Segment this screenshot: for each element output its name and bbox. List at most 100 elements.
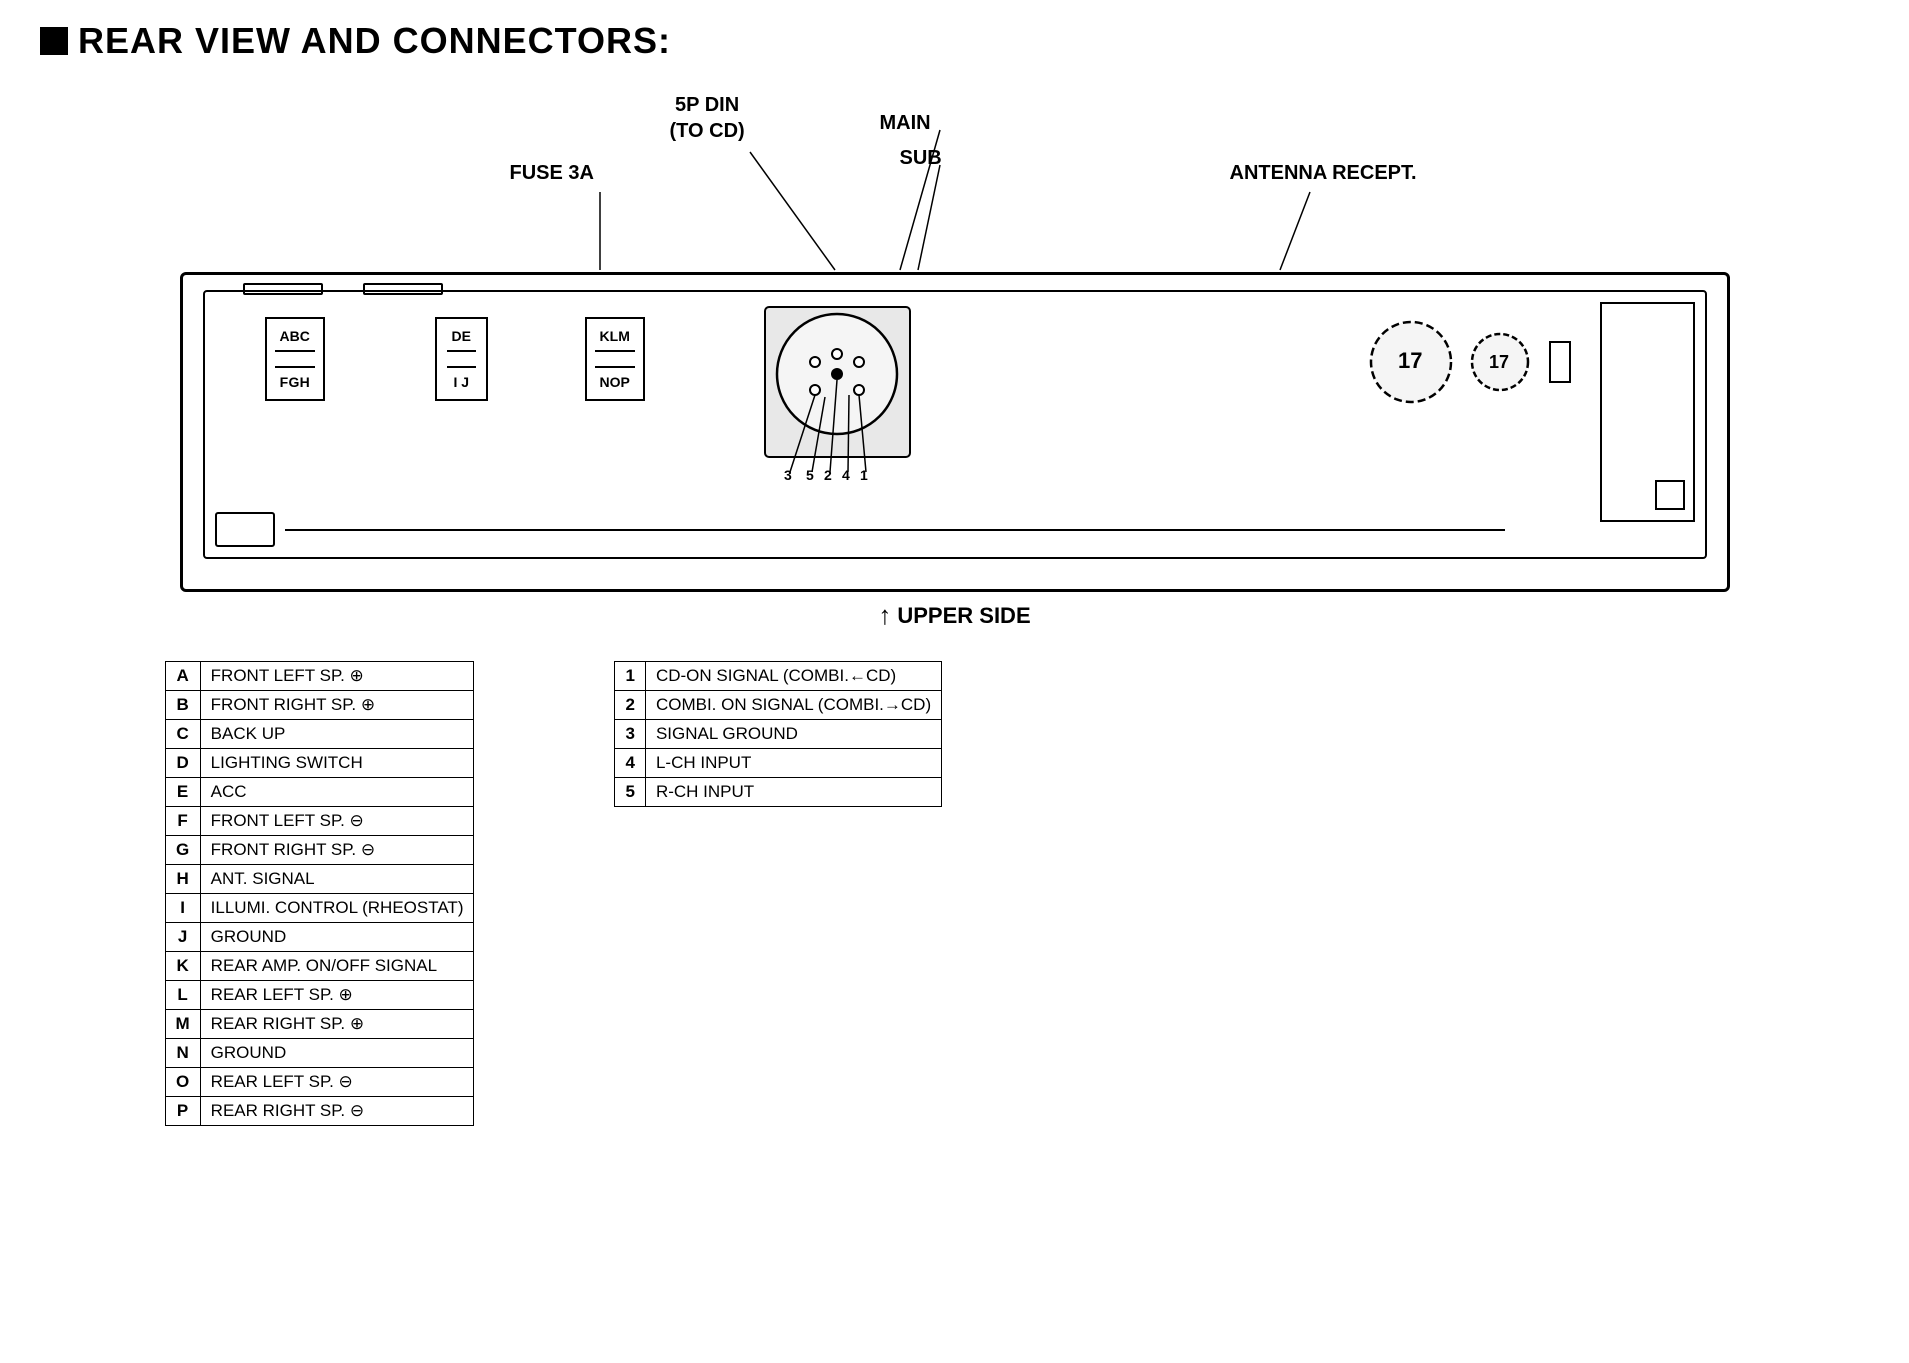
- legend-row-C: CBACK UP: [165, 720, 474, 749]
- label-sub: SUB: [900, 147, 942, 170]
- legend-pin-desc-2: COMBI. ON SIGNAL (COMBI.→CD): [645, 691, 941, 720]
- label-main: MAIN: [880, 112, 931, 135]
- legend-row-pin-5: 5R-CH INPUT: [615, 778, 942, 807]
- legend-pin-desc-4: L-CH INPUT: [645, 749, 941, 778]
- legend-row-O: OREAR LEFT SP. ⊖: [165, 1068, 474, 1097]
- conn-C: C: [300, 328, 310, 344]
- legend-table-right: 1CD-ON SIGNAL (COMBI.←CD)2COMBI. ON SIGN…: [614, 661, 942, 807]
- legend-row-pin-4: 4L-CH INPUT: [615, 749, 942, 778]
- arrow-up-icon: ↑: [878, 600, 891, 631]
- conn-L: L: [610, 328, 619, 344]
- legend-row-F: FFRONT LEFT SP. ⊖: [165, 807, 474, 836]
- legend-id-K: K: [165, 952, 200, 981]
- conn-P: P: [621, 374, 630, 390]
- conn-I: I: [453, 374, 457, 390]
- page-title: REAR VIEW AND CONNECTORS:: [40, 20, 1869, 62]
- label-fuse: FUSE 3A: [510, 162, 594, 185]
- legend-id-J: J: [165, 923, 200, 952]
- diagram-area: FUSE 3A 5P DIN (TO CD) MAIN SUB ANTENNA …: [45, 92, 1865, 1126]
- legend-desc-P: REAR RIGHT SP. ⊖: [200, 1097, 474, 1126]
- legend-pin-desc-1: CD-ON SIGNAL (COMBI.←CD): [645, 662, 941, 691]
- legend-row-E: EACC: [165, 778, 474, 807]
- legend-pin-id-1: 1: [615, 662, 645, 691]
- svg-text:5: 5: [806, 467, 814, 482]
- conn-row-top-1: A B C: [275, 325, 315, 347]
- legend-id-L: L: [165, 981, 200, 1010]
- conn-N: N: [600, 374, 610, 390]
- conn-row-bottom-3: N O P: [595, 371, 635, 393]
- legend-row-B: BFRONT RIGHT SP. ⊕: [165, 691, 474, 720]
- din-connector-area: 3 5 2 4 1: [760, 302, 915, 457]
- top-labels-container: FUSE 3A 5P DIN (TO CD) MAIN SUB ANTENNA …: [180, 92, 1730, 272]
- legend-pin-id-5: 5: [615, 778, 645, 807]
- conn-F: F: [280, 374, 289, 390]
- legend-pin-id-3: 3: [615, 720, 645, 749]
- legend-id-D: D: [165, 749, 200, 778]
- legend-desc-B: FRONT RIGHT SP. ⊕: [200, 691, 474, 720]
- conn-A: A: [280, 328, 290, 344]
- antenna-circle-2: 17: [1468, 312, 1533, 412]
- conn-E: E: [462, 328, 471, 344]
- conn-D: D: [452, 328, 462, 344]
- svg-text:3: 3: [784, 467, 792, 482]
- unit-inner: A B C F G H D E I: [203, 290, 1707, 559]
- legend-id-M: M: [165, 1010, 200, 1039]
- legend-pin-id-4: 4: [615, 749, 645, 778]
- legend-desc-O: REAR LEFT SP. ⊖: [200, 1068, 474, 1097]
- legend-id-I: I: [165, 894, 200, 923]
- antenna-circle-1: 17: [1366, 312, 1456, 412]
- legend-desc-K: REAR AMP. ON/OFF SIGNAL: [200, 952, 474, 981]
- legend-row-N: NGROUND: [165, 1039, 474, 1068]
- antenna-small-connector: [1545, 322, 1575, 402]
- legend-desc-M: REAR RIGHT SP. ⊕: [200, 1010, 474, 1039]
- legend-id-B: B: [165, 691, 200, 720]
- legend-desc-J: GROUND: [200, 923, 474, 952]
- legend-row-pin-3: 3SIGNAL GROUND: [615, 720, 942, 749]
- right-edge-box: [1600, 302, 1695, 522]
- conn-B: B: [290, 328, 300, 344]
- conn-G: G: [288, 374, 299, 390]
- upper-side-label: ↑ UPPER SIDE: [45, 600, 1865, 631]
- label-5pdin: 5P DIN (TO CD): [670, 92, 745, 144]
- conn-row-bottom-2: I J: [447, 371, 476, 393]
- legend-pin-desc-3: SIGNAL GROUND: [645, 720, 941, 749]
- title-square: [40, 27, 68, 55]
- antenna-connectors: 17 17: [1366, 312, 1575, 412]
- bottom-left-detail: [215, 512, 275, 547]
- svg-text:17: 17: [1489, 352, 1509, 372]
- conn-divider-3: [595, 350, 635, 368]
- svg-text:1: 1: [860, 467, 868, 482]
- svg-text:4: 4: [842, 467, 850, 482]
- conn-divider-2: [447, 350, 476, 368]
- conn-H: H: [300, 374, 310, 390]
- conn-M: M: [618, 328, 630, 344]
- legend-row-J: JGROUND: [165, 923, 474, 952]
- legend-id-O: O: [165, 1068, 200, 1097]
- conn-row-top-2: D E: [447, 325, 476, 347]
- legend-id-E: E: [165, 778, 200, 807]
- conn-row-bottom-1: F G H: [275, 371, 315, 393]
- connector-lines-svg: [180, 92, 1730, 272]
- legend-id-N: N: [165, 1039, 200, 1068]
- legend-area: AFRONT LEFT SP. ⊕BFRONT RIGHT SP. ⊕CBACK…: [165, 661, 1865, 1126]
- legend-id-C: C: [165, 720, 200, 749]
- legend-row-K: KREAR AMP. ON/OFF SIGNAL: [165, 952, 474, 981]
- conn-K: K: [600, 328, 610, 344]
- conn-J: J: [461, 374, 469, 390]
- conn-O: O: [610, 374, 621, 390]
- legend-row-H: HANT. SIGNAL: [165, 865, 474, 894]
- legend-row-P: PREAR RIGHT SP. ⊖: [165, 1097, 474, 1126]
- conn-divider-1: [275, 350, 315, 368]
- legend-desc-I: ILLUMI. CONTROL (RHEOSTAT): [200, 894, 474, 923]
- legend-id-P: P: [165, 1097, 200, 1126]
- connector-group-1: A B C F G H: [265, 317, 325, 401]
- label-antenna: ANTENNA RECEPT.: [1230, 162, 1417, 185]
- conn-row-top-3: K L M: [595, 325, 635, 347]
- legend-row-I: IILLUMI. CONTROL (RHEOSTAT): [165, 894, 474, 923]
- legend-pin-desc-5: R-CH INPUT: [645, 778, 941, 807]
- legend-id-F: F: [165, 807, 200, 836]
- legend-row-A: AFRONT LEFT SP. ⊕: [165, 662, 474, 691]
- legend-desc-G: FRONT RIGHT SP. ⊖: [200, 836, 474, 865]
- legend-desc-C: BACK UP: [200, 720, 474, 749]
- legend-id-G: G: [165, 836, 200, 865]
